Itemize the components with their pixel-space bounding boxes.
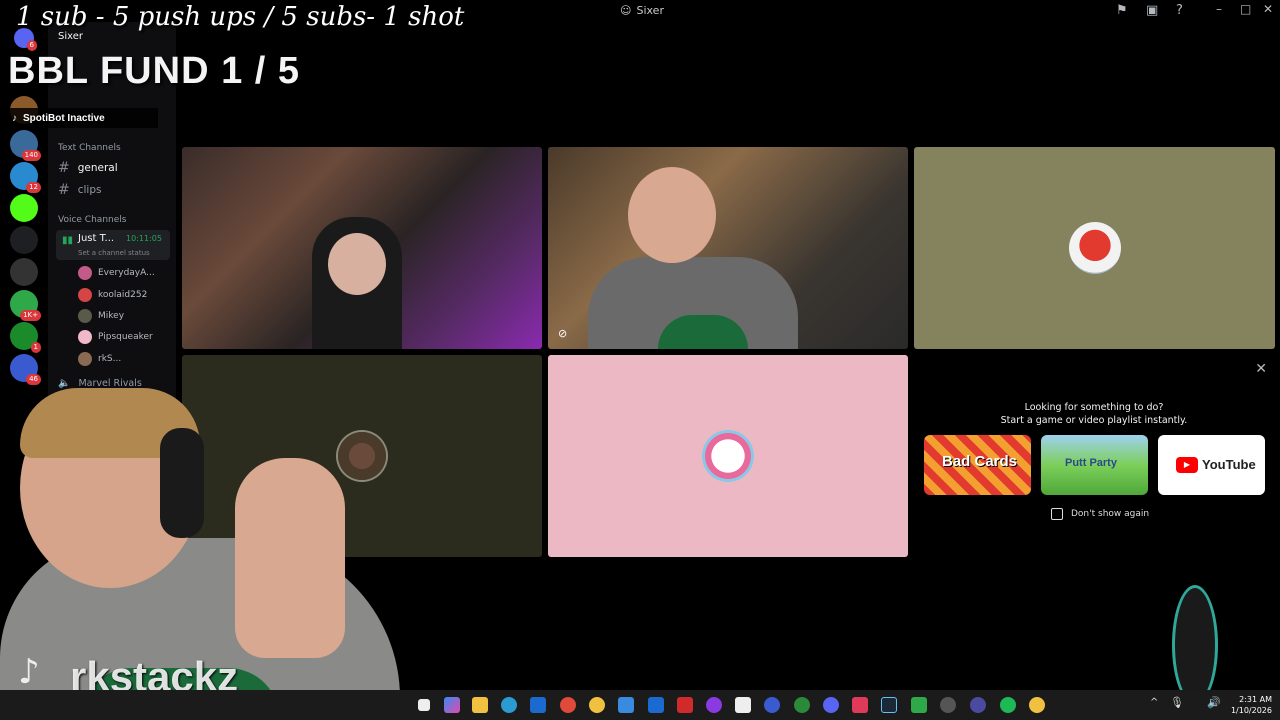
chrome-icon[interactable] (1029, 697, 1045, 713)
fund-counter: BBL FUND 1 / 5 (8, 50, 301, 92)
edge-icon[interactable] (501, 697, 517, 713)
voice-member[interactable]: koolaid252 (78, 288, 147, 302)
spotify-icon[interactable] (1000, 697, 1016, 713)
app-icon[interactable] (794, 697, 810, 713)
tiktok-icon: ♪ (18, 652, 40, 692)
avatar (78, 266, 92, 280)
stream-goal-text: 1 sub - 5 push ups / 5 subs- 1 shot (16, 2, 465, 32)
category-voice-channels[interactable]: Voice Channels (58, 215, 126, 225)
obs-icon[interactable] (706, 697, 722, 713)
streamer-hand (235, 458, 345, 658)
steam-icon[interactable] (881, 697, 897, 713)
checkbox[interactable] (1051, 508, 1063, 520)
outlook-app-icon[interactable] (648, 697, 664, 713)
taskbar: ^ 🎙 🔊 2:31 AM 1/10/2026 (0, 690, 1280, 720)
inbox-icon[interactable]: ⚑ (1116, 3, 1128, 18)
help-icon[interactable]: ? (1176, 3, 1183, 18)
activity-card-putt-party[interactable]: Putt Party (1041, 435, 1148, 495)
server-icon[interactable]: 12 (10, 162, 41, 193)
activity-card-youtube[interactable]: ▶ YouTube (1158, 435, 1265, 495)
kick-server-icon[interactable] (10, 194, 38, 222)
server-icon[interactable] (10, 226, 38, 254)
play-icon[interactable] (911, 697, 927, 713)
avatar (78, 288, 92, 302)
server-icon[interactable]: 46 (10, 354, 41, 385)
server-name[interactable]: Sixer (58, 31, 83, 42)
voice-activity-icon: ▮▮ (62, 235, 74, 246)
hash-icon: # (58, 160, 70, 176)
voice-member[interactable]: Mikey (78, 309, 124, 323)
system-clock[interactable]: 2:31 AM 1/10/2026 (1231, 694, 1272, 716)
participant-face (628, 167, 716, 263)
hash-icon: # (58, 182, 70, 198)
task-view-icon[interactable] (418, 699, 430, 711)
chrome-profile-icon[interactable] (589, 697, 605, 713)
tray-chevron-icon[interactable]: ^ (1150, 697, 1158, 708)
store-icon[interactable] (735, 697, 751, 713)
app-icon[interactable] (940, 697, 956, 713)
video-tile[interactable]: ⊘ (548, 147, 908, 349)
activity-launcher: ✕ Looking for something to do? Start a g… (913, 355, 1275, 558)
server-icon[interactable] (10, 258, 38, 286)
tiktok-icon: ♪ (12, 112, 17, 124)
voice-member[interactable]: Pipsqueaker (78, 330, 153, 344)
video-tile[interactable] (182, 147, 542, 349)
video-tile[interactable] (914, 147, 1275, 349)
app-icon[interactable] (970, 697, 986, 713)
copilot-icon[interactable] (444, 697, 460, 713)
avatar (78, 309, 92, 323)
channel-general[interactable]: # general (58, 160, 118, 176)
activity-card-bad-cards[interactable]: Bad Cards (924, 435, 1031, 495)
avatar (1068, 222, 1121, 274)
outlook-icon[interactable] (530, 697, 546, 713)
voice-member[interactable]: EverydayA... (78, 266, 155, 280)
rockstar-icon[interactable] (677, 697, 693, 713)
maximize-button[interactable]: □ (1240, 2, 1251, 16)
app-icon[interactable] (764, 697, 780, 713)
discord-logo-icon: ☺ (620, 4, 632, 17)
discord-taskbar-icon[interactable] (823, 697, 839, 713)
headphones (160, 428, 204, 538)
circular-webcam-widget (1172, 585, 1218, 705)
microphone-icon[interactable]: 🎙 (1170, 696, 1184, 709)
youtube-play-icon: ▶ (1176, 457, 1198, 473)
close-icon[interactable]: ✕ (1255, 361, 1267, 377)
file-explorer-icon[interactable] (472, 697, 488, 713)
voice-channel-active[interactable]: ▮▮ Just T... 10:11:05 Set a channel stat… (56, 230, 170, 260)
participant-face (328, 233, 386, 295)
video-tile[interactable] (548, 355, 908, 557)
channel-clips[interactable]: # clips (58, 182, 101, 198)
spotibot-widget: ♪ SpotiBot Inactive (6, 108, 158, 128)
dont-show-again-checkbox[interactable]: Don't show again (1051, 508, 1149, 520)
minimize-button[interactable]: – (1216, 2, 1222, 16)
maps-icon[interactable] (852, 697, 868, 713)
avatar (78, 330, 92, 344)
avatar (78, 352, 92, 366)
avatar (702, 430, 754, 482)
server-icon[interactable]: 1 (10, 322, 41, 353)
voice-member[interactable]: rkS... (78, 352, 121, 366)
category-text-channels[interactable]: Text Channels (58, 143, 121, 153)
muted-icon: ⊘ (558, 327, 568, 340)
screen-icon[interactable]: ▣ (1146, 3, 1158, 18)
volume-icon[interactable]: 🔊 (1207, 696, 1221, 709)
chrome-icon[interactable] (560, 697, 576, 713)
close-window-button[interactable]: ✕ (1263, 2, 1273, 16)
window-title: ☺ Sixer (620, 4, 664, 17)
server-icon[interactable]: 1K+ (10, 290, 41, 321)
copilot-app-icon[interactable] (618, 697, 634, 713)
server-icon[interactable]: 140 (10, 130, 41, 161)
